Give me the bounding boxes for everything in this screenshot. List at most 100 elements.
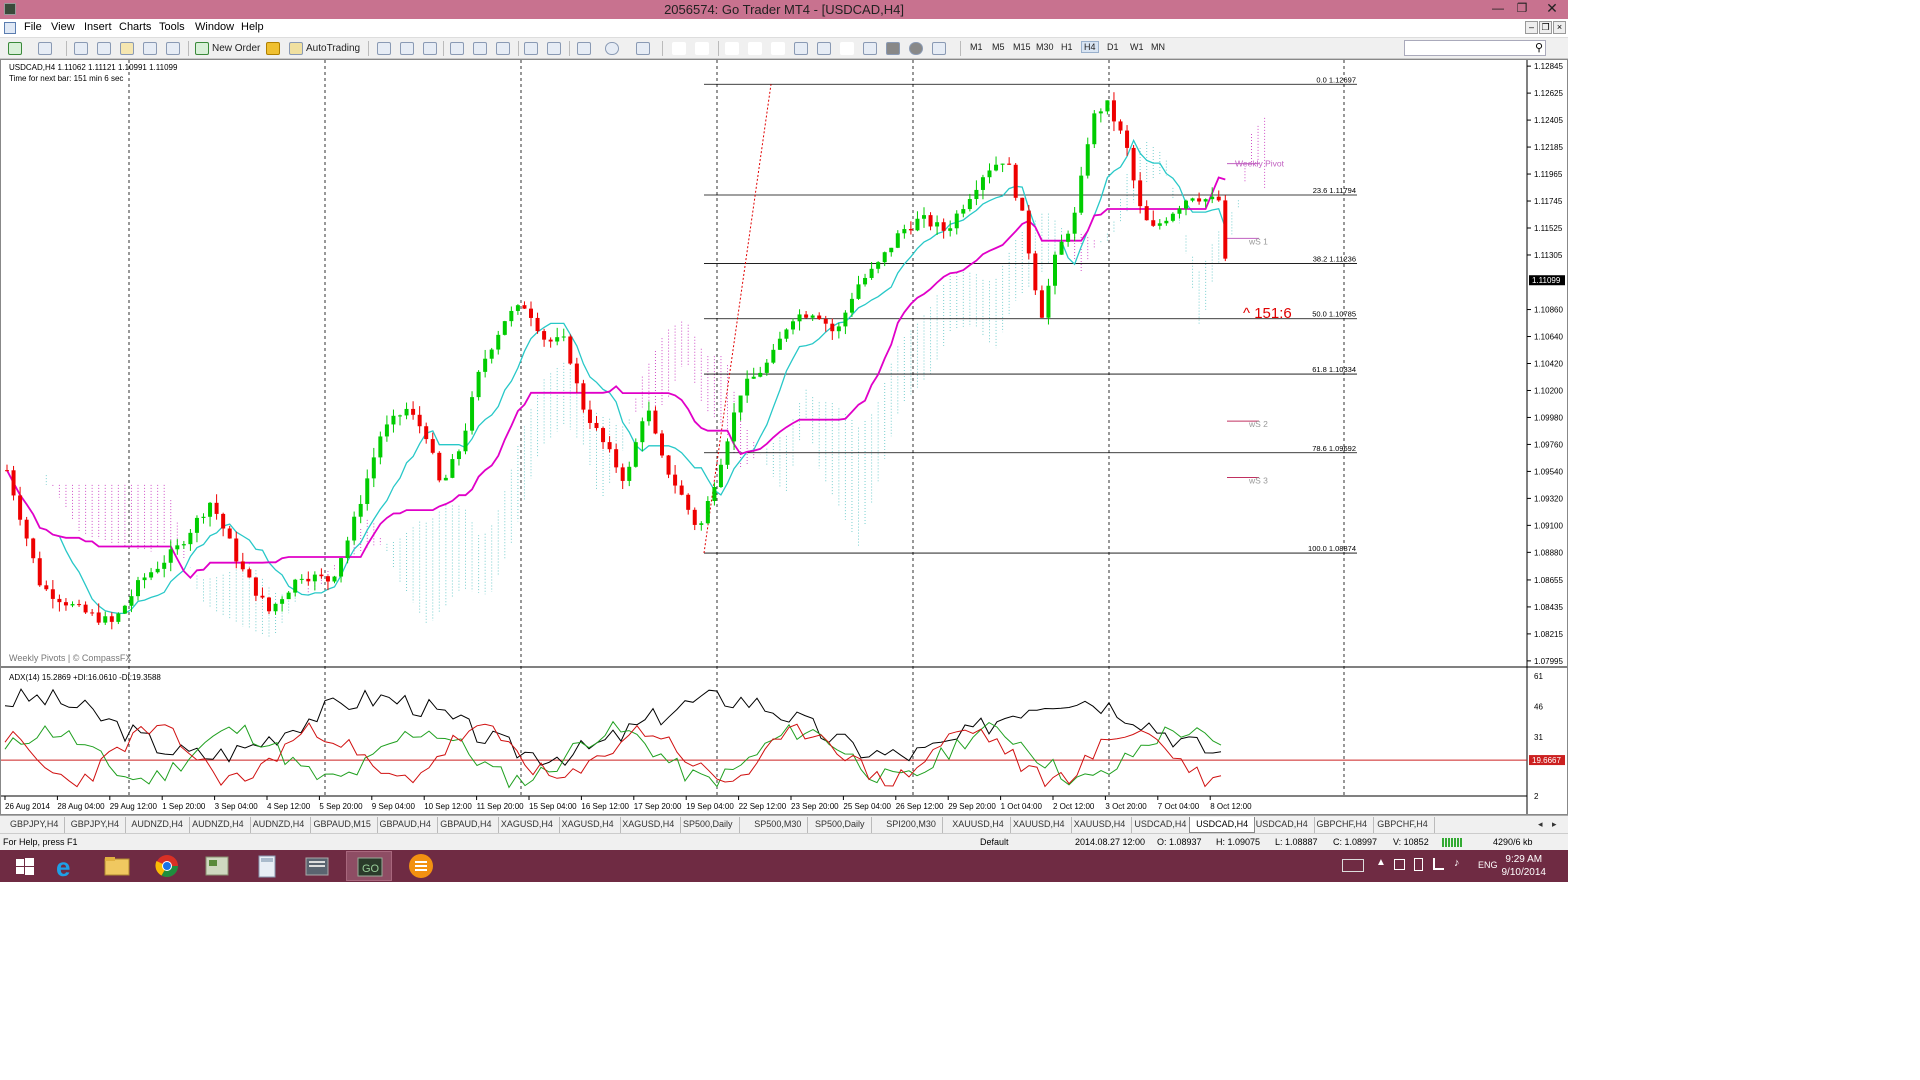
rectangle-icon[interactable]	[886, 42, 900, 55]
timeframe-m5[interactable]: M5	[992, 42, 1005, 52]
search-icon[interactable]: ⚲	[1535, 41, 1543, 54]
volume-icon[interactable]: ♪	[1454, 857, 1460, 869]
chart-tab[interactable]: USDCAD,H4	[1250, 817, 1315, 833]
channel-icon[interactable]	[794, 42, 808, 55]
chart-tab[interactable]: XAGUSD,H4	[495, 817, 560, 833]
new-order-icon[interactable]	[195, 42, 209, 55]
action-center-icon[interactable]	[1394, 859, 1405, 870]
line-chart-icon[interactable]	[423, 42, 437, 55]
zoom-out-icon[interactable]	[473, 42, 487, 55]
remote-desktop-icon[interactable]	[194, 851, 240, 881]
chart-tab[interactable]: USDCAD,H4	[1128, 817, 1194, 833]
restore-button[interactable]: ❐	[1510, 0, 1534, 18]
chrome-icon[interactable]	[144, 851, 190, 881]
menu-insert[interactable]: Insert	[84, 21, 112, 33]
chart-tab[interactable]: XAUUSD,H4	[1007, 817, 1072, 833]
profiles-icon[interactable]	[38, 42, 52, 55]
internet-explorer-icon[interactable]: e	[44, 851, 90, 882]
terminal-icon[interactable]	[143, 42, 157, 55]
templates-icon[interactable]	[636, 42, 650, 55]
bar-chart-icon[interactable]	[377, 42, 391, 55]
utility-icon[interactable]	[294, 851, 340, 881]
crosshair-icon[interactable]	[695, 42, 709, 55]
tile-windows-icon[interactable]	[496, 42, 510, 55]
chart-tab[interactable]: XAUUSD,H4	[946, 817, 1011, 833]
menu-tools[interactable]: Tools	[159, 21, 185, 33]
keyboard-icon[interactable]	[1342, 859, 1364, 872]
orange-app-icon[interactable]	[398, 851, 444, 881]
chart-tab[interactable]: SPI200,M30	[880, 817, 943, 833]
tray-expand-icon[interactable]: ▲	[1376, 857, 1386, 868]
menu-help[interactable]: Help	[241, 21, 264, 33]
candlestick-chart-icon[interactable]	[400, 42, 414, 55]
menu-window[interactable]: Window	[195, 21, 234, 33]
close-button[interactable]: ✕	[1540, 0, 1564, 18]
chart-tab[interactable]: SP500,Daily	[809, 817, 872, 833]
autotrading-button[interactable]: AutoTrading	[306, 41, 360, 56]
network-icon[interactable]	[1433, 858, 1444, 870]
chart-tab[interactable]: GBPAUD,M15	[308, 817, 378, 833]
chart-tab[interactable]: GBPCHF,H4	[1371, 817, 1435, 833]
menu-file[interactable]: File	[24, 21, 42, 33]
market-watch-icon[interactable]	[74, 42, 88, 55]
timeframe-m1[interactable]: M1	[970, 42, 983, 52]
price-chart[interactable]: 0.0 1.12697 23.6 1.11794 38.2 1.11236 50.0 …	[1, 60, 1567, 814]
arrows-icon[interactable]	[932, 42, 946, 55]
start-button[interactable]	[2, 851, 48, 881]
chart-tab[interactable]: AUDNZD,H4	[125, 817, 190, 833]
chart-tab[interactable]: GBPAUD,H4	[434, 817, 499, 833]
timeframe-m30[interactable]: M30	[1036, 42, 1054, 52]
horizontal-line-icon[interactable]	[748, 42, 762, 55]
vertical-line-icon[interactable]	[725, 42, 739, 55]
ellipse-icon[interactable]	[909, 42, 923, 55]
cursor-icon[interactable]	[672, 42, 686, 55]
chart-window[interactable]: 0.0 1.12697 23.6 1.11794 38.2 1.11236 50.0 …	[0, 59, 1568, 815]
autotrading-icon[interactable]	[289, 42, 303, 55]
autoscroll-icon[interactable]	[524, 42, 538, 55]
navigator-icon[interactable]	[120, 42, 134, 55]
chart-tab[interactable]: AUDNZD,H4	[186, 817, 251, 833]
chart-tab[interactable]: XAGUSD,H4	[616, 817, 682, 833]
menu-charts[interactable]: Charts	[119, 21, 151, 33]
chart-tab[interactable]: XAGUSD,H4	[556, 817, 621, 833]
mdi-minimize-button[interactable]: –	[1525, 21, 1538, 34]
search-input[interactable]: ⚲	[1404, 40, 1546, 56]
minimize-button[interactable]: —	[1486, 0, 1510, 18]
tab-scroll-left-icon[interactable]: ◂	[1538, 817, 1543, 833]
chart-tab[interactable]: AUDNZD,H4	[247, 817, 312, 833]
timeframe-mn[interactable]: MN	[1151, 42, 1165, 52]
new-chart-icon[interactable]	[8, 42, 22, 55]
chart-tab[interactable]: USDCAD,H4	[1189, 817, 1256, 833]
chart-tab[interactable]: GBPJPY,H4	[4, 817, 66, 833]
text-label-icon[interactable]	[863, 42, 877, 55]
timeframe-m15[interactable]: M15	[1013, 42, 1031, 52]
chart-tab[interactable]: SP500,M30	[748, 817, 809, 833]
mdi-close-button[interactable]: ×	[1553, 21, 1566, 34]
timeframe-w1[interactable]: W1	[1130, 42, 1144, 52]
file-explorer-icon[interactable]	[94, 851, 140, 881]
chart-tab[interactable]: GBPCHF,H4	[1311, 817, 1375, 833]
timeframe-h4[interactable]: H4	[1081, 41, 1099, 53]
mdi-restore-button[interactable]: ❐	[1539, 21, 1552, 34]
timeframe-h1[interactable]: H1	[1061, 42, 1073, 52]
taskbar-clock[interactable]: 9:29 AM 9/10/2014	[1502, 853, 1547, 879]
new-order-button[interactable]: New Order	[212, 41, 260, 56]
tab-scroll-right-icon[interactable]: ▸	[1552, 817, 1557, 833]
calculator-icon[interactable]	[244, 851, 290, 881]
meta-editor-icon[interactable]	[266, 42, 280, 55]
chart-tab[interactable]: SP500,Daily	[677, 817, 740, 833]
chart-tab[interactable]: GBPJPY,H4	[65, 817, 127, 833]
chart-tab[interactable]: XAUUSD,H4	[1068, 817, 1133, 833]
menu-view[interactable]: View	[51, 21, 75, 33]
strategy-tester-icon[interactable]	[166, 42, 180, 55]
language-indicator[interactable]: ENG	[1478, 860, 1498, 870]
metatrader-taskbar-icon[interactable]: GO	[346, 851, 392, 881]
chart-window-icon[interactable]	[4, 22, 16, 34]
indicators-icon[interactable]	[577, 42, 591, 55]
data-window-icon[interactable]	[97, 42, 111, 55]
zoom-in-icon[interactable]	[450, 42, 464, 55]
periods-icon[interactable]	[605, 42, 619, 55]
chart-shift-icon[interactable]	[547, 42, 561, 55]
text-icon[interactable]	[840, 42, 854, 55]
fibonacci-icon[interactable]	[817, 42, 831, 55]
